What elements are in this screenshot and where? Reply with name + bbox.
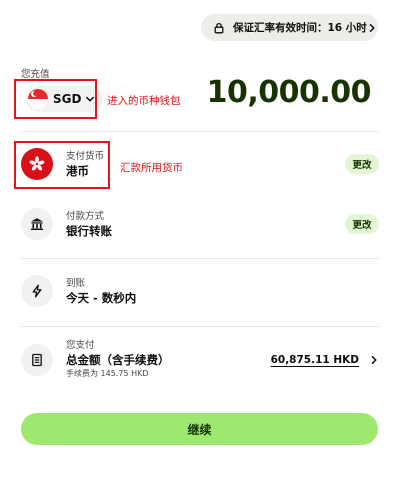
annotation-currency: 汇款所用货币 — [120, 162, 183, 174]
payment-method-value: 银行转账 — [66, 223, 112, 238]
payment-method-row: 付款方式 银行转账 更改 — [21, 208, 379, 240]
arrival-label: 到账 — [66, 277, 86, 289]
change-pay-currency-button[interactable]: 更改 — [345, 154, 379, 174]
bank-icon — [21, 208, 53, 240]
rate-guarantee-text: 保证汇率有效时间：16 小时 — [233, 22, 367, 34]
you-charge-label: 您充值 — [21, 69, 50, 80]
chevron-right-icon — [367, 23, 377, 33]
fee-note: 手续费为 145.75 HKD — [66, 369, 149, 378]
divider — [21, 131, 379, 132]
you-pay-row[interactable]: 您支付 总金额（含手续费） 手续费为 145.75 HKD 60,875.11 … — [21, 339, 379, 380]
payment-method-label: 付款方式 — [66, 210, 105, 222]
annotation-box-wallet — [14, 79, 97, 119]
amount-input[interactable]: 10,000.00 — [207, 75, 372, 110]
arrival-row: 到账 今天 - 数秒内 — [21, 275, 379, 307]
you-pay-value: 总金额（含手续费） — [66, 353, 170, 367]
total-amount[interactable]: 60,875.11 HKD — [271, 354, 359, 366]
chevron-right-icon — [369, 355, 379, 365]
lock-icon — [213, 22, 225, 34]
annotation-box-currency — [14, 141, 110, 189]
arrival-value: 今天 - 数秒内 — [66, 290, 137, 305]
receipt-icon — [21, 343, 53, 376]
continue-button[interactable]: 继续 — [21, 413, 378, 445]
change-payment-method-button[interactable]: 更改 — [345, 214, 379, 234]
annotation-wallet: 进入的币种钱包 — [107, 95, 181, 107]
divider — [21, 326, 379, 327]
divider — [21, 258, 379, 259]
rate-guarantee-pill[interactable]: 保证汇率有效时间：16 小时 — [201, 14, 378, 41]
lightning-icon — [21, 275, 53, 307]
you-pay-label: 您支付 — [66, 340, 95, 351]
